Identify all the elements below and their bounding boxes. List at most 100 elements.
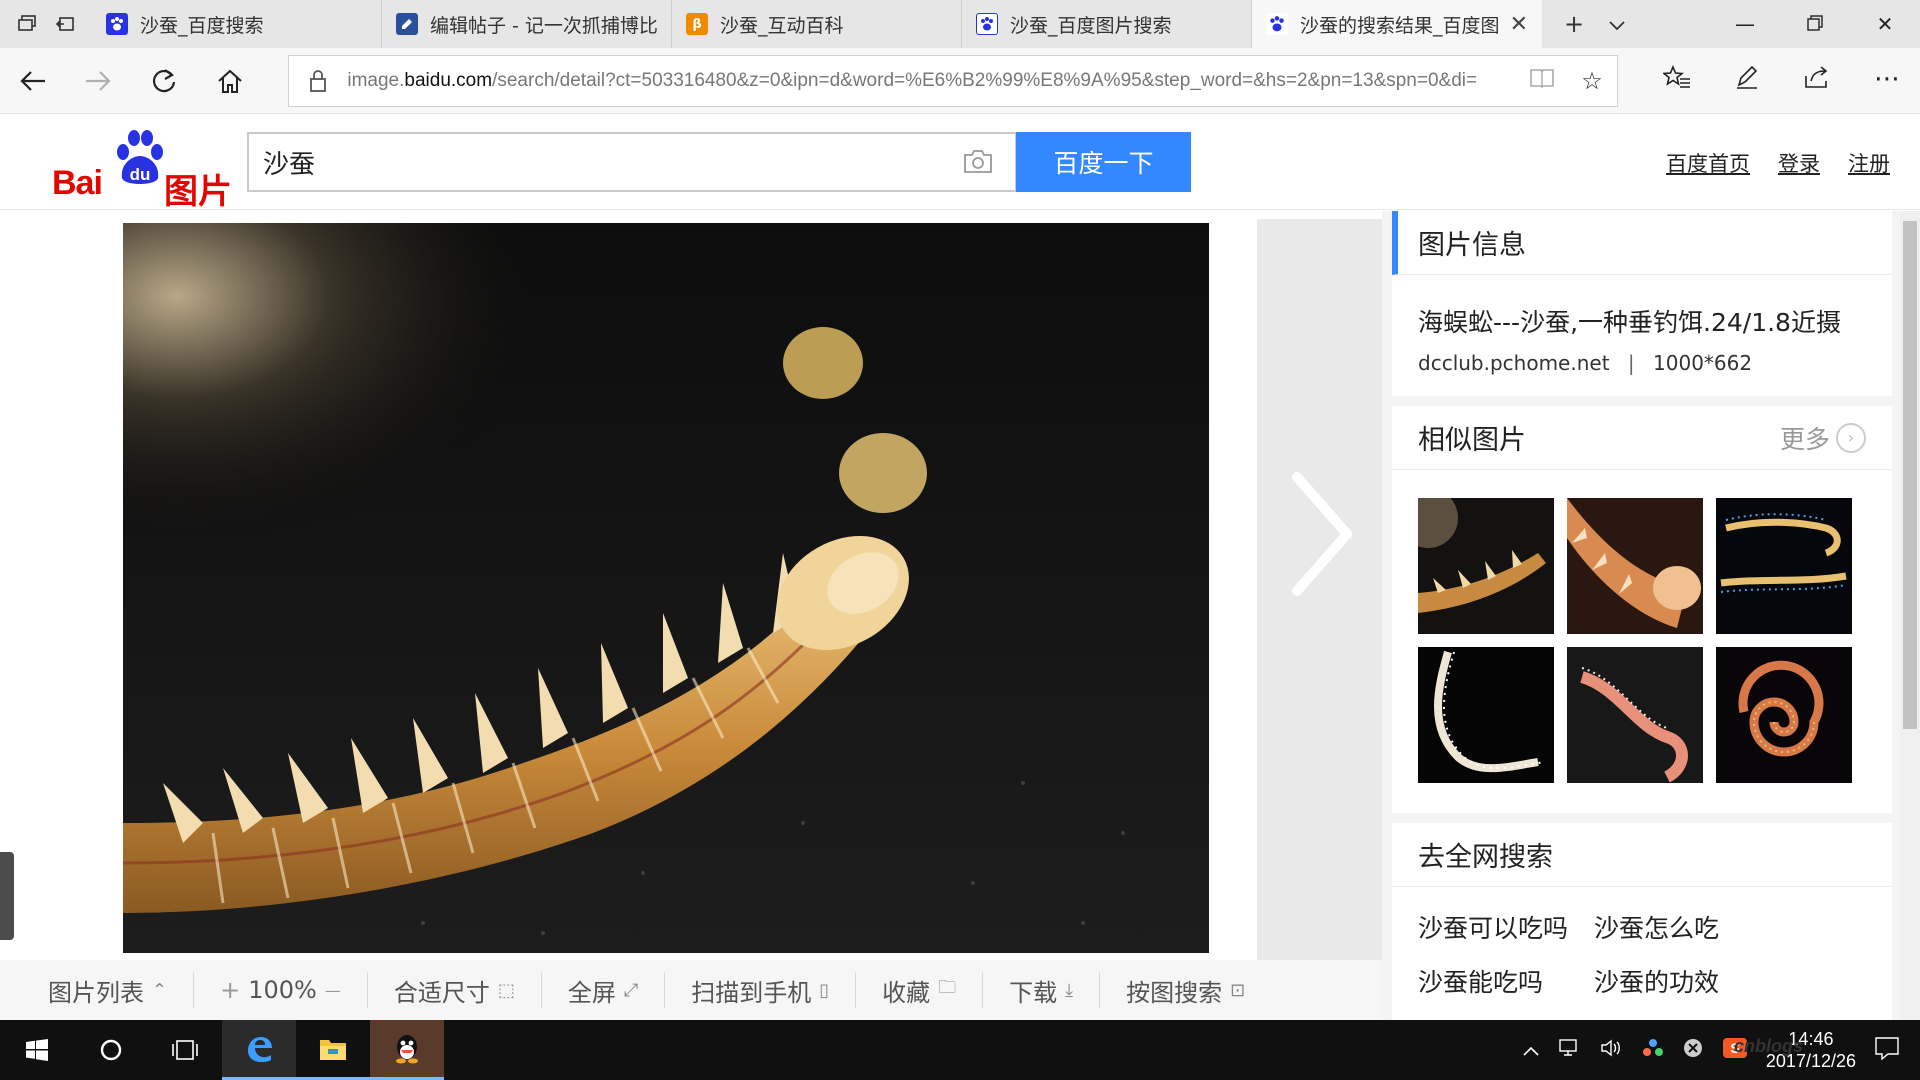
more-link[interactable]: 更多 › [1780,420,1866,456]
baidu-paw-icon [1266,13,1288,35]
cnblogs-watermark: cnblogs [1734,1036,1804,1056]
address-bar[interactable]: image.baidu.com/search/detail?ct=5033164… [288,54,1619,107]
tab-close-icon[interactable]: ✕ [1510,12,1528,37]
share-icon[interactable] [1784,64,1850,97]
web-search-link[interactable]: 沙蚕可以吃吗 [1418,909,1568,945]
right-info-panel: 图片信息 海蜈蚣---沙蚕,一种垂钓饵.24/1.8近摄 dcclub.pcho… [1382,211,1900,1020]
favorites-hub-icon[interactable] [1644,64,1710,97]
more-menu-icon[interactable]: ⋯ [1854,64,1920,97]
tab-edit-post[interactable]: 编辑帖子 - 记一次抓捕博比 [382,0,672,48]
more-label: 更多 [1779,424,1830,454]
qq-taskbar-icon[interactable] [370,1020,444,1080]
fit-size-button[interactable]: 合适尺寸 ⬚ [366,972,541,1008]
tab-preview-icon[interactable] [15,12,39,36]
next-image-pane[interactable] [1257,219,1382,960]
register-link[interactable]: 注册 [1848,148,1890,178]
web-search-link[interactable]: 沙蚕能吃吗 [1418,963,1568,999]
similar-thumbnail[interactable] [1567,647,1703,783]
system-tray: S 14:46 2017/12/26 cnblogs [1522,1028,1920,1072]
tab-title: 沙蚕_互动百科 [720,14,844,37]
web-search-links: 沙蚕可以吃吗 沙蚕怎么吃 沙蚕能吃吗 沙蚕的功效 [1392,887,1892,999]
similar-header: 相似图片 更多 › [1392,406,1892,470]
tab-title: 沙蚕的搜索结果_百度图 [1300,14,1500,37]
similar-thumbnail[interactable] [1418,498,1554,634]
tab-baidu-search[interactable]: 沙蚕_百度搜索 [92,0,382,48]
set-tabs-aside-icon[interactable] [53,12,77,36]
edge-browser-taskbar-icon[interactable] [222,1020,296,1080]
baidu-image-logo[interactable]: Bai du 图片 [52,128,232,212]
image-list-button[interactable]: 图片列表 ⌃ [22,972,193,1008]
image-search-icon: ⊡ [1230,979,1246,1001]
login-link[interactable]: 登录 [1778,148,1820,178]
file-explorer-taskbar-icon[interactable] [296,1020,370,1080]
similar-thumbnails [1418,498,1862,783]
chevron-right-circle-icon: › [1836,422,1866,453]
image-viewer [0,211,1382,960]
zoom-out-button[interactable]: — [325,981,341,1000]
scrollbar-thumb[interactable] [1903,221,1917,729]
tab-aside-controls [0,0,92,48]
minimize-icon[interactable]: — [1710,12,1780,36]
page-scrollbar[interactable] [1900,211,1920,1020]
tab-hudong-baike[interactable]: β 沙蚕_互动百科 [672,0,962,48]
baidu-home-link[interactable]: 百度首页 [1666,148,1750,178]
similar-thumbnail[interactable] [1716,498,1852,634]
back-arrow-icon[interactable] [0,48,66,114]
similar-thumbnail[interactable] [1418,647,1554,783]
restore-icon[interactable] [1780,12,1850,36]
tab-baidu-results-active[interactable]: 沙蚕的搜索结果_百度图 ✕ [1252,0,1542,48]
download-button[interactable]: 下载 ⤓ [982,972,1099,1008]
tab-list-chevron-icon[interactable] [1608,10,1626,38]
search-button[interactable]: 百度一下 [1016,132,1191,192]
main-photo[interactable] [123,223,1209,953]
favorite-button[interactable]: 收藏 🗀 [855,972,982,1008]
volume-icon[interactable] [1600,1038,1624,1063]
reading-view-icon[interactable] [1517,67,1567,95]
tray-chevron-up-icon[interactable] [1522,1038,1540,1062]
download-label: 下载 [1009,978,1058,1007]
network-icon[interactable] [1558,1038,1582,1063]
similar-thumbnail[interactable] [1716,647,1852,783]
image-description[interactable]: 海蜈蚣---沙蚕,一种垂钓饵.24/1.8近摄 [1392,275,1892,339]
url-prefix: image. [347,69,405,91]
scan-to-phone-button[interactable]: 扫描到手机 ▯ [664,972,855,1008]
search-input[interactable] [249,134,889,190]
chevron-up-circle-icon: ⌃ [152,979,168,1001]
floating-side-widget[interactable] [0,852,14,940]
tray-close-circle-icon[interactable] [1682,1037,1704,1064]
zoom-in-button[interactable]: + [220,976,240,1004]
web-search-link[interactable]: 沙蚕的功效 [1594,963,1719,999]
lock-icon[interactable] [289,69,347,93]
task-view-icon[interactable] [148,1020,222,1080]
refresh-icon[interactable] [131,48,197,114]
logo-bai-text: Bai [52,164,103,202]
search-box [247,132,1017,192]
web-note-pen-icon[interactable] [1714,64,1780,97]
phone-icon: ▯ [819,979,830,1001]
camera-icon[interactable] [963,148,993,174]
fit-size-icon: ⬚ [497,979,515,1001]
image-source[interactable]: dcclub.pchome.net [1418,351,1610,375]
search-by-image-button[interactable]: 按图搜索 ⊡ [1099,972,1271,1008]
baidu-header: Bai du 图片 百度一下 百度首页 登录 注册 [0,114,1920,212]
url-text[interactable]: image.baidu.com/search/detail?ct=5033164… [347,70,1517,92]
close-window-icon[interactable]: ✕ [1850,12,1920,36]
image-info-card: 图片信息 海蜈蚣---沙蚕,一种垂钓饵.24/1.8近摄 dcclub.pcho… [1392,211,1892,396]
tab-title: 沙蚕_百度图片搜索 [1010,14,1172,37]
image-info-title: 图片信息 [1392,211,1892,275]
image-meta: dcclub.pchome.net | 1000*662 [1392,339,1892,375]
windows-start-icon[interactable] [0,1020,74,1080]
fullscreen-button[interactable]: 全屏 ⤢ [540,972,664,1008]
web-search-link[interactable]: 沙蚕怎么吃 [1594,909,1719,945]
forward-arrow-icon[interactable] [66,48,132,114]
cortana-search-icon[interactable] [74,1020,148,1080]
app-tray-icon[interactable] [1642,1037,1664,1064]
image-list-label: 图片列表 [48,978,144,1007]
action-center-icon[interactable] [1874,1036,1900,1065]
favorite-star-icon[interactable]: ☆ [1567,67,1617,95]
zoom-level: 100% [248,976,317,1004]
similar-thumbnail[interactable] [1567,498,1703,634]
home-icon[interactable] [197,48,263,114]
new-tab-icon[interactable]: + [1564,10,1584,38]
tab-baidu-image-search[interactable]: 沙蚕_百度图片搜索 [962,0,1252,48]
